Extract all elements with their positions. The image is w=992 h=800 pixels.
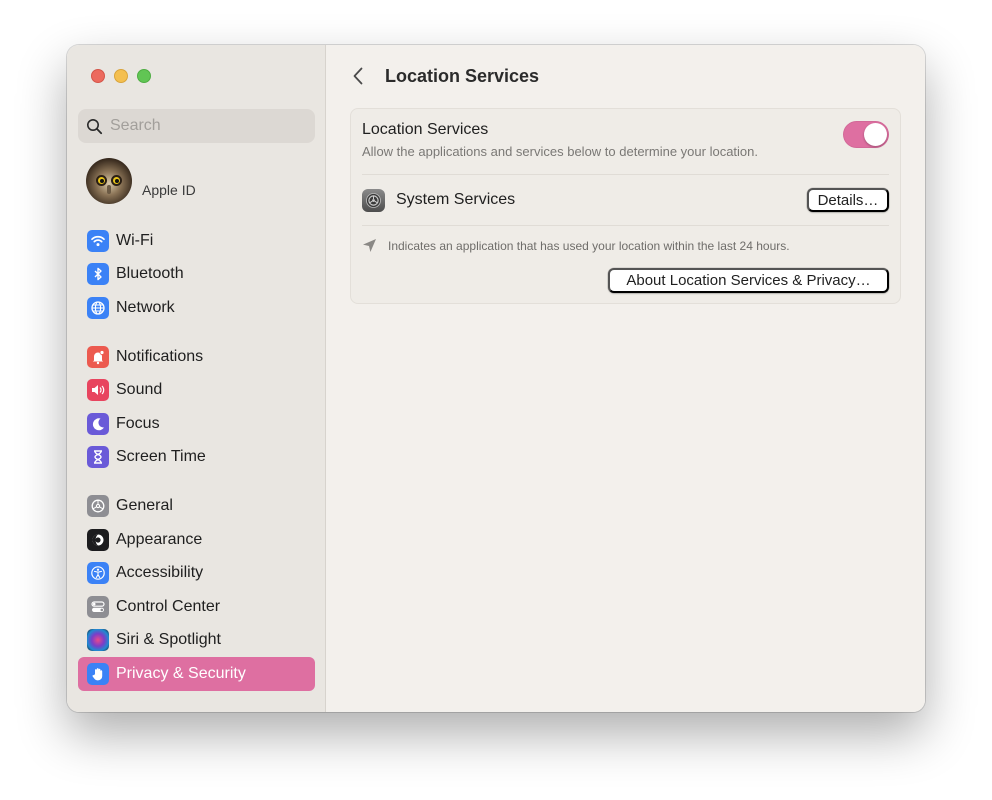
location-services-title: Location Services <box>362 121 489 138</box>
sidebar-item-label: Privacy & Security <box>116 664 246 682</box>
search-icon <box>87 118 103 134</box>
sidebar-item-focus[interactable]: Focus <box>78 407 315 441</box>
owl-beak <box>107 185 111 194</box>
page-header: Location Services <box>348 65 539 87</box>
back-button[interactable] <box>348 65 368 87</box>
system-services-label: System Services <box>396 191 516 208</box>
location-usage-note: Indicates an application that has used y… <box>362 238 889 253</box>
owl-eye-left <box>96 175 107 186</box>
location-services-row: Location Services Allow the applications… <box>362 121 889 159</box>
sidebar-item-label: Sound <box>116 381 163 399</box>
appearance-icon <box>87 528 109 551</box>
system-settings-window: Apple ID Wi-Fi Bluetooth <box>67 45 925 712</box>
toggle-knob <box>864 123 887 146</box>
sidebar-item-label: Screen Time <box>116 448 206 466</box>
location-services-toggle[interactable] <box>843 121 889 148</box>
zoom-window-button[interactable] <box>137 69 151 83</box>
sidebar-item-control-center[interactable]: Control Center <box>78 590 315 624</box>
sidebar-item-screen-time[interactable]: Screen Time <box>78 441 315 475</box>
hand-icon <box>87 662 109 685</box>
location-services-description: Allow the applications and services belo… <box>362 144 758 159</box>
switches-icon <box>87 595 109 618</box>
sidebar-item-label: Wi-Fi <box>116 231 154 249</box>
sidebar-item-bluetooth[interactable]: Bluetooth <box>78 258 315 292</box>
system-services-row: System Services Details… <box>362 188 889 212</box>
wifi-icon <box>87 229 109 252</box>
accessibility-icon <box>87 562 109 585</box>
chevron-left-icon <box>353 67 363 85</box>
gear-icon <box>87 494 109 517</box>
bell-icon <box>87 345 109 368</box>
location-arrow-icon <box>363 239 376 252</box>
divider <box>362 174 889 175</box>
minimize-window-button[interactable] <box>114 69 128 83</box>
globe-icon <box>87 296 109 319</box>
sidebar-item-wifi[interactable]: Wi-Fi <box>78 224 315 258</box>
window-controls <box>91 69 151 83</box>
about-location-privacy-button[interactable]: About Location Services & Privacy… <box>608 268 889 293</box>
sidebar-item-label: Network <box>116 298 175 316</box>
sidebar-item-accessibility[interactable]: Accessibility <box>78 556 315 590</box>
sidebar-item-label: Focus <box>116 414 160 432</box>
sidebar-item-label: Appearance <box>116 530 203 548</box>
sidebar-item-label: General <box>116 496 173 514</box>
sidebar: Apple ID Wi-Fi Bluetooth <box>67 45 326 712</box>
sidebar-item-siri-spotlight[interactable]: Siri & Spotlight <box>78 624 315 658</box>
sidebar-item-privacy-security[interactable]: Privacy & Security <box>78 657 315 691</box>
apple-id-label: Apple ID <box>142 182 196 198</box>
sidebar-item-sound[interactable]: Sound <box>78 373 315 407</box>
sidebar-item-label: Accessibility <box>116 564 204 582</box>
location-usage-note-text: Indicates an application that has used y… <box>388 238 790 253</box>
nav-group-attention: Notifications Sound Focus Screen Time <box>78 340 315 474</box>
sidebar-item-label: Notifications <box>116 347 204 365</box>
close-window-button[interactable] <box>91 69 105 83</box>
siri-icon <box>87 629 109 652</box>
speaker-icon <box>87 379 109 402</box>
moon-icon <box>87 412 109 435</box>
sidebar-nav: Wi-Fi Bluetooth Network Notifications So… <box>78 224 315 706</box>
nav-group-system: General Appearance Accessibility Control… <box>78 489 315 691</box>
divider <box>362 225 889 226</box>
sidebar-item-appearance[interactable]: Appearance <box>78 523 315 557</box>
search-field[interactable] <box>78 109 315 143</box>
sidebar-item-network[interactable]: Network <box>78 291 315 325</box>
system-services-gear-icon <box>362 188 385 212</box>
sidebar-item-label: Bluetooth <box>116 265 184 283</box>
details-button[interactable]: Details… <box>807 188 889 212</box>
hourglass-icon <box>87 446 109 469</box>
search-input[interactable] <box>110 117 300 135</box>
sidebar-item-general[interactable]: General <box>78 489 315 523</box>
apple-id-account[interactable]: Apple ID <box>86 158 196 204</box>
main-content: Location Services Location Services Allo… <box>326 45 925 712</box>
sidebar-item-notifications[interactable]: Notifications <box>78 340 315 374</box>
sidebar-item-label: Siri & Spotlight <box>116 631 221 649</box>
bluetooth-icon <box>87 263 109 286</box>
avatar <box>86 158 132 204</box>
owl-eye-right <box>111 175 122 186</box>
page-title: Location Services <box>385 65 540 86</box>
nav-group-connectivity: Wi-Fi Bluetooth Network <box>78 224 315 325</box>
sidebar-item-label: Control Center <box>116 597 221 615</box>
location-services-card: Location Services Allow the applications… <box>350 108 901 304</box>
